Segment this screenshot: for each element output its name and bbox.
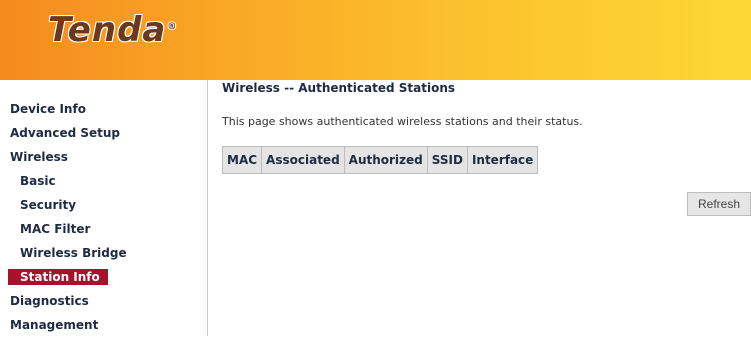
main-content: Wireless -- Authenticated Stations This … <box>221 80 747 174</box>
sidebar-item-label: Basic <box>20 174 56 188</box>
page-title: Wireless -- Authenticated Stations <box>222 81 456 95</box>
sidebar: Device Info Advanced Setup Wireless Basi… <box>0 80 208 336</box>
column-header-mac: MAC <box>221 146 263 174</box>
sidebar-item-management[interactable]: Management <box>0 313 207 337</box>
sidebar-item-label: Diagnostics <box>10 294 89 308</box>
sidebar-item-label: Management <box>10 318 99 332</box>
page-description: This page shows authenticated wireless s… <box>222 115 583 128</box>
tenda-logo: Tenda® <box>48 10 177 50</box>
sidebar-nav: Device Info Advanced Setup Wireless Basi… <box>0 80 207 337</box>
sidebar-item-label: Station Info <box>8 269 108 285</box>
sidebar-item-label: Security <box>20 198 77 212</box>
sidebar-item-basic[interactable]: Basic <box>0 169 207 193</box>
sidebar-item-label: Wireless Bridge <box>20 246 127 260</box>
column-header-associated: Associated <box>261 146 345 174</box>
sidebar-item-security[interactable]: Security <box>0 193 207 217</box>
sidebar-item-label: Advanced Setup <box>10 126 121 140</box>
sidebar-item-label: MAC Filter <box>20 222 91 236</box>
sidebar-item-station-info[interactable]: Station Info <box>0 265 207 289</box>
logo-text: Tenda <box>48 10 167 50</box>
table-header-row: MAC Associated Authorized SSID Interface <box>221 146 539 174</box>
sidebar-item-label: Device Info <box>10 102 86 116</box>
sidebar-item-wireless[interactable]: Wireless <box>0 145 207 169</box>
stations-table: MAC Associated Authorized SSID Interface <box>221 146 539 174</box>
sidebar-item-device-info[interactable]: Device Info <box>0 97 207 121</box>
registered-mark: ® <box>167 21 178 32</box>
sidebar-item-mac-filter[interactable]: MAC Filter <box>0 217 207 241</box>
sidebar-item-wireless-bridge[interactable]: Wireless Bridge <box>0 241 207 265</box>
sidebar-item-advanced-setup[interactable]: Advanced Setup <box>0 121 207 145</box>
column-header-ssid: SSID <box>426 146 468 174</box>
sidebar-item-label: Wireless <box>10 150 68 164</box>
sidebar-item-diagnostics[interactable]: Diagnostics <box>0 289 207 313</box>
header-banner: Tenda® <box>0 0 751 80</box>
column-header-interface: Interface <box>466 146 539 174</box>
column-header-authorized: Authorized <box>343 146 428 174</box>
refresh-button[interactable]: Refresh <box>687 192 751 216</box>
